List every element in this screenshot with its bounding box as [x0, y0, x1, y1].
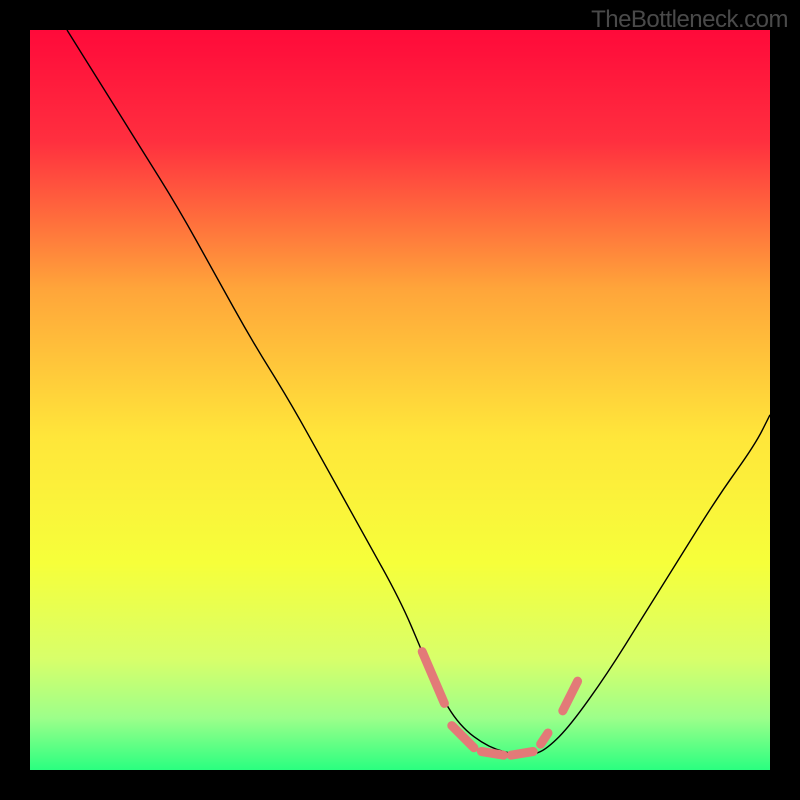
overlay-dash	[481, 752, 503, 756]
overlay-dash	[511, 752, 533, 756]
plot-area	[30, 30, 770, 770]
bottleneck-chart	[30, 30, 770, 770]
watermark-text: TheBottleneck.com	[591, 6, 788, 34]
gradient-background	[30, 30, 770, 770]
overlay-dash	[541, 733, 548, 744]
